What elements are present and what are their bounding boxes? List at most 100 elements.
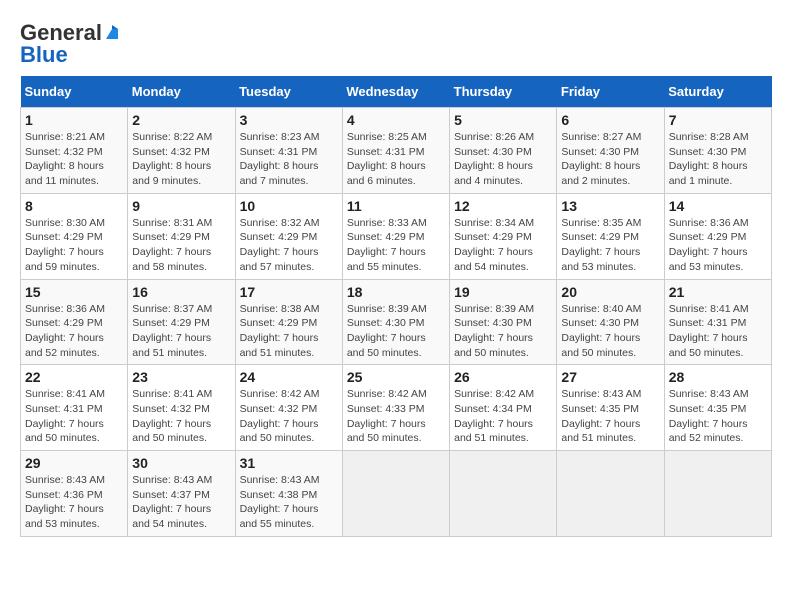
day-info: Sunrise: 8:27 AM Sunset: 4:30 PM Dayligh…	[561, 130, 659, 189]
calendar-week-row: 29 Sunrise: 8:43 AM Sunset: 4:36 PM Dayl…	[21, 451, 772, 537]
calendar-day-cell: 29 Sunrise: 8:43 AM Sunset: 4:36 PM Dayl…	[21, 451, 128, 537]
day-number: 30	[132, 455, 230, 471]
daylight-label: Daylight: 7 hours and 53 minutes.	[25, 503, 104, 530]
calendar-day-cell: 7 Sunrise: 8:28 AM Sunset: 4:30 PM Dayli…	[664, 108, 771, 194]
sunrise-label: Sunrise: 8:28 AM	[669, 131, 749, 143]
calendar-day-cell: 28 Sunrise: 8:43 AM Sunset: 4:35 PM Dayl…	[664, 365, 771, 451]
day-number: 2	[132, 112, 230, 128]
sunrise-label: Sunrise: 8:35 AM	[561, 217, 641, 229]
sunrise-label: Sunrise: 8:40 AM	[561, 303, 641, 315]
sunset-label: Sunset: 4:33 PM	[347, 403, 425, 415]
logo: General Blue	[20, 20, 122, 68]
day-number: 7	[669, 112, 767, 128]
sunrise-label: Sunrise: 8:27 AM	[561, 131, 641, 143]
sunset-label: Sunset: 4:30 PM	[561, 317, 639, 329]
day-info: Sunrise: 8:38 AM Sunset: 4:29 PM Dayligh…	[240, 302, 338, 361]
sunrise-label: Sunrise: 8:43 AM	[132, 474, 212, 486]
daylight-label: Daylight: 8 hours and 9 minutes.	[132, 160, 211, 187]
calendar-day-cell: 6 Sunrise: 8:27 AM Sunset: 4:30 PM Dayli…	[557, 108, 664, 194]
day-number: 25	[347, 369, 445, 385]
sunrise-label: Sunrise: 8:34 AM	[454, 217, 534, 229]
calendar-day-cell: 15 Sunrise: 8:36 AM Sunset: 4:29 PM Dayl…	[21, 279, 128, 365]
day-info: Sunrise: 8:43 AM Sunset: 4:36 PM Dayligh…	[25, 473, 123, 532]
daylight-label: Daylight: 7 hours and 50 minutes.	[347, 332, 426, 359]
weekday-header-cell: Monday	[128, 76, 235, 108]
daylight-label: Daylight: 8 hours and 2 minutes.	[561, 160, 640, 187]
day-number: 5	[454, 112, 552, 128]
day-info: Sunrise: 8:22 AM Sunset: 4:32 PM Dayligh…	[132, 130, 230, 189]
day-info: Sunrise: 8:36 AM Sunset: 4:29 PM Dayligh…	[25, 302, 123, 361]
weekday-header-cell: Saturday	[664, 76, 771, 108]
calendar-day-cell: 21 Sunrise: 8:41 AM Sunset: 4:31 PM Dayl…	[664, 279, 771, 365]
day-info: Sunrise: 8:32 AM Sunset: 4:29 PM Dayligh…	[240, 216, 338, 275]
weekday-header-cell: Sunday	[21, 76, 128, 108]
calendar-day-cell: 24 Sunrise: 8:42 AM Sunset: 4:32 PM Dayl…	[235, 365, 342, 451]
sunrise-label: Sunrise: 8:23 AM	[240, 131, 320, 143]
sunset-label: Sunset: 4:30 PM	[454, 146, 532, 158]
day-info: Sunrise: 8:43 AM Sunset: 4:35 PM Dayligh…	[561, 387, 659, 446]
calendar-day-cell: 9 Sunrise: 8:31 AM Sunset: 4:29 PM Dayli…	[128, 193, 235, 279]
sunset-label: Sunset: 4:29 PM	[25, 231, 103, 243]
daylight-label: Daylight: 7 hours and 53 minutes.	[669, 246, 748, 273]
calendar-day-cell: 26 Sunrise: 8:42 AM Sunset: 4:34 PM Dayl…	[450, 365, 557, 451]
sunset-label: Sunset: 4:31 PM	[347, 146, 425, 158]
calendar-day-cell: 8 Sunrise: 8:30 AM Sunset: 4:29 PM Dayli…	[21, 193, 128, 279]
day-info: Sunrise: 8:37 AM Sunset: 4:29 PM Dayligh…	[132, 302, 230, 361]
sunrise-label: Sunrise: 8:43 AM	[669, 388, 749, 400]
day-number: 28	[669, 369, 767, 385]
sunset-label: Sunset: 4:32 PM	[132, 403, 210, 415]
day-number: 15	[25, 284, 123, 300]
sunrise-label: Sunrise: 8:41 AM	[669, 303, 749, 315]
calendar-table: SundayMondayTuesdayWednesdayThursdayFrid…	[20, 76, 772, 537]
sunrise-label: Sunrise: 8:42 AM	[240, 388, 320, 400]
sunset-label: Sunset: 4:30 PM	[347, 317, 425, 329]
sunset-label: Sunset: 4:29 PM	[25, 317, 103, 329]
sunrise-label: Sunrise: 8:32 AM	[240, 217, 320, 229]
day-info: Sunrise: 8:35 AM Sunset: 4:29 PM Dayligh…	[561, 216, 659, 275]
calendar-day-cell	[450, 451, 557, 537]
day-number: 31	[240, 455, 338, 471]
day-number: 3	[240, 112, 338, 128]
sunrise-label: Sunrise: 8:31 AM	[132, 217, 212, 229]
calendar-body: 1 Sunrise: 8:21 AM Sunset: 4:32 PM Dayli…	[21, 108, 772, 537]
calendar-day-cell: 17 Sunrise: 8:38 AM Sunset: 4:29 PM Dayl…	[235, 279, 342, 365]
sunrise-label: Sunrise: 8:26 AM	[454, 131, 534, 143]
calendar-day-cell: 23 Sunrise: 8:41 AM Sunset: 4:32 PM Dayl…	[128, 365, 235, 451]
day-info: Sunrise: 8:43 AM Sunset: 4:38 PM Dayligh…	[240, 473, 338, 532]
daylight-label: Daylight: 7 hours and 51 minutes.	[454, 418, 533, 445]
logo-icon	[103, 24, 121, 42]
calendar-day-cell: 1 Sunrise: 8:21 AM Sunset: 4:32 PM Dayli…	[21, 108, 128, 194]
sunset-label: Sunset: 4:32 PM	[132, 146, 210, 158]
day-info: Sunrise: 8:42 AM Sunset: 4:32 PM Dayligh…	[240, 387, 338, 446]
day-number: 13	[561, 198, 659, 214]
calendar-day-cell: 18 Sunrise: 8:39 AM Sunset: 4:30 PM Dayl…	[342, 279, 449, 365]
daylight-label: Daylight: 7 hours and 50 minutes.	[132, 418, 211, 445]
sunset-label: Sunset: 4:29 PM	[669, 231, 747, 243]
calendar-day-cell	[557, 451, 664, 537]
logo-blue: Blue	[20, 42, 68, 68]
calendar-day-cell: 2 Sunrise: 8:22 AM Sunset: 4:32 PM Dayli…	[128, 108, 235, 194]
sunrise-label: Sunrise: 8:43 AM	[561, 388, 641, 400]
day-number: 19	[454, 284, 552, 300]
calendar-week-row: 22 Sunrise: 8:41 AM Sunset: 4:31 PM Dayl…	[21, 365, 772, 451]
sunrise-label: Sunrise: 8:21 AM	[25, 131, 105, 143]
day-info: Sunrise: 8:25 AM Sunset: 4:31 PM Dayligh…	[347, 130, 445, 189]
sunrise-label: Sunrise: 8:42 AM	[347, 388, 427, 400]
calendar-week-row: 1 Sunrise: 8:21 AM Sunset: 4:32 PM Dayli…	[21, 108, 772, 194]
calendar-day-cell: 5 Sunrise: 8:26 AM Sunset: 4:30 PM Dayli…	[450, 108, 557, 194]
sunset-label: Sunset: 4:31 PM	[25, 403, 103, 415]
sunrise-label: Sunrise: 8:38 AM	[240, 303, 320, 315]
day-number: 14	[669, 198, 767, 214]
day-number: 22	[25, 369, 123, 385]
sunset-label: Sunset: 4:29 PM	[347, 231, 425, 243]
sunset-label: Sunset: 4:29 PM	[132, 231, 210, 243]
calendar-day-cell: 31 Sunrise: 8:43 AM Sunset: 4:38 PM Dayl…	[235, 451, 342, 537]
sunset-label: Sunset: 4:35 PM	[561, 403, 639, 415]
weekday-header-cell: Thursday	[450, 76, 557, 108]
daylight-label: Daylight: 7 hours and 57 minutes.	[240, 246, 319, 273]
sunset-label: Sunset: 4:29 PM	[240, 317, 318, 329]
sunrise-label: Sunrise: 8:36 AM	[25, 303, 105, 315]
daylight-label: Daylight: 7 hours and 50 minutes.	[347, 418, 426, 445]
calendar-day-cell	[342, 451, 449, 537]
header: General Blue	[20, 20, 772, 68]
